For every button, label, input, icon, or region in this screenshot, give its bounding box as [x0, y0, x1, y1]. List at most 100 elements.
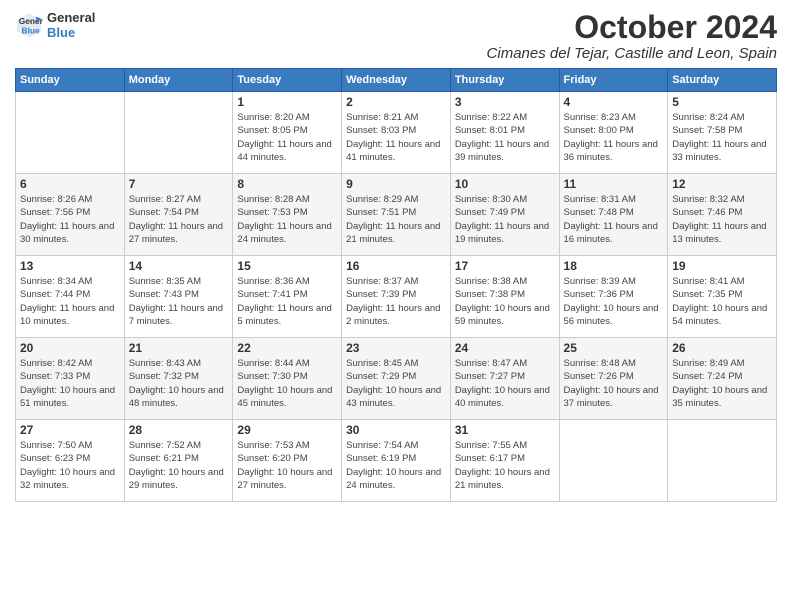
- cell-2-2: 15 Sunrise: 8:36 AMSunset: 7:41 PMDaylig…: [233, 256, 342, 338]
- cell-4-5: [559, 420, 668, 502]
- day-info: Sunrise: 7:52 AMSunset: 6:21 PMDaylight:…: [129, 439, 229, 492]
- day-number: 26: [672, 341, 772, 355]
- day-number: 13: [20, 259, 120, 273]
- calendar-header-row: Sunday Monday Tuesday Wednesday Thursday…: [16, 69, 777, 92]
- cell-1-5: 11 Sunrise: 8:31 AMSunset: 7:48 PMDaylig…: [559, 174, 668, 256]
- day-info: Sunrise: 7:55 AMSunset: 6:17 PMDaylight:…: [455, 439, 555, 492]
- day-number: 21: [129, 341, 229, 355]
- day-info: Sunrise: 8:44 AMSunset: 7:30 PMDaylight:…: [237, 357, 337, 410]
- day-info: Sunrise: 8:36 AMSunset: 7:41 PMDaylight:…: [237, 275, 337, 328]
- day-number: 14: [129, 259, 229, 273]
- col-sunday: Sunday: [16, 69, 125, 92]
- svg-text:Blue: Blue: [22, 25, 40, 35]
- day-number: 22: [237, 341, 337, 355]
- day-number: 29: [237, 423, 337, 437]
- cell-3-4: 24 Sunrise: 8:47 AMSunset: 7:27 PMDaylig…: [450, 338, 559, 420]
- day-number: 2: [346, 95, 446, 109]
- week-row-4: 20 Sunrise: 8:42 AMSunset: 7:33 PMDaylig…: [16, 338, 777, 420]
- col-monday: Monday: [124, 69, 233, 92]
- day-number: 31: [455, 423, 555, 437]
- cell-2-3: 16 Sunrise: 8:37 AMSunset: 7:39 PMDaylig…: [342, 256, 451, 338]
- day-info: Sunrise: 8:26 AMSunset: 7:56 PMDaylight:…: [20, 193, 120, 246]
- cell-3-6: 26 Sunrise: 8:49 AMSunset: 7:24 PMDaylig…: [668, 338, 777, 420]
- day-number: 9: [346, 177, 446, 191]
- col-thursday: Thursday: [450, 69, 559, 92]
- day-number: 27: [20, 423, 120, 437]
- day-number: 16: [346, 259, 446, 273]
- main-title: October 2024: [487, 10, 777, 45]
- calendar-table: Sunday Monday Tuesday Wednesday Thursday…: [15, 68, 777, 502]
- day-number: 6: [20, 177, 120, 191]
- week-row-2: 6 Sunrise: 8:26 AMSunset: 7:56 PMDayligh…: [16, 174, 777, 256]
- day-number: 23: [346, 341, 446, 355]
- subtitle: Cimanes del Tejar, Castille and Leon, Sp…: [487, 45, 777, 62]
- week-row-3: 13 Sunrise: 8:34 AMSunset: 7:44 PMDaylig…: [16, 256, 777, 338]
- cell-3-5: 25 Sunrise: 8:48 AMSunset: 7:26 PMDaylig…: [559, 338, 668, 420]
- cell-3-0: 20 Sunrise: 8:42 AMSunset: 7:33 PMDaylig…: [16, 338, 125, 420]
- day-info: Sunrise: 8:45 AMSunset: 7:29 PMDaylight:…: [346, 357, 446, 410]
- day-info: Sunrise: 8:38 AMSunset: 7:38 PMDaylight:…: [455, 275, 555, 328]
- day-info: Sunrise: 7:54 AMSunset: 6:19 PMDaylight:…: [346, 439, 446, 492]
- week-row-5: 27 Sunrise: 7:50 AMSunset: 6:23 PMDaylig…: [16, 420, 777, 502]
- day-info: Sunrise: 8:24 AMSunset: 7:58 PMDaylight:…: [672, 111, 772, 164]
- cell-0-3: 2 Sunrise: 8:21 AMSunset: 8:03 PMDayligh…: [342, 92, 451, 174]
- day-number: 17: [455, 259, 555, 273]
- cell-0-4: 3 Sunrise: 8:22 AMSunset: 8:01 PMDayligh…: [450, 92, 559, 174]
- day-info: Sunrise: 8:30 AMSunset: 7:49 PMDaylight:…: [455, 193, 555, 246]
- day-info: Sunrise: 8:47 AMSunset: 7:27 PMDaylight:…: [455, 357, 555, 410]
- cell-3-3: 23 Sunrise: 8:45 AMSunset: 7:29 PMDaylig…: [342, 338, 451, 420]
- cell-4-6: [668, 420, 777, 502]
- day-info: Sunrise: 8:49 AMSunset: 7:24 PMDaylight:…: [672, 357, 772, 410]
- day-info: Sunrise: 8:29 AMSunset: 7:51 PMDaylight:…: [346, 193, 446, 246]
- cell-4-3: 30 Sunrise: 7:54 AMSunset: 6:19 PMDaylig…: [342, 420, 451, 502]
- cell-4-4: 31 Sunrise: 7:55 AMSunset: 6:17 PMDaylig…: [450, 420, 559, 502]
- day-info: Sunrise: 8:23 AMSunset: 8:00 PMDaylight:…: [564, 111, 664, 164]
- day-info: Sunrise: 8:43 AMSunset: 7:32 PMDaylight:…: [129, 357, 229, 410]
- cell-2-1: 14 Sunrise: 8:35 AMSunset: 7:43 PMDaylig…: [124, 256, 233, 338]
- cell-0-1: [124, 92, 233, 174]
- day-info: Sunrise: 8:48 AMSunset: 7:26 PMDaylight:…: [564, 357, 664, 410]
- day-number: 24: [455, 341, 555, 355]
- day-info: Sunrise: 8:35 AMSunset: 7:43 PMDaylight:…: [129, 275, 229, 328]
- day-info: Sunrise: 8:32 AMSunset: 7:46 PMDaylight:…: [672, 193, 772, 246]
- cell-0-5: 4 Sunrise: 8:23 AMSunset: 8:00 PMDayligh…: [559, 92, 668, 174]
- day-number: 18: [564, 259, 664, 273]
- day-number: 25: [564, 341, 664, 355]
- cell-1-3: 9 Sunrise: 8:29 AMSunset: 7:51 PMDayligh…: [342, 174, 451, 256]
- day-info: Sunrise: 8:42 AMSunset: 7:33 PMDaylight:…: [20, 357, 120, 410]
- cell-0-2: 1 Sunrise: 8:20 AMSunset: 8:05 PMDayligh…: [233, 92, 342, 174]
- day-number: 4: [564, 95, 664, 109]
- cell-2-6: 19 Sunrise: 8:41 AMSunset: 7:35 PMDaylig…: [668, 256, 777, 338]
- cell-1-0: 6 Sunrise: 8:26 AMSunset: 7:56 PMDayligh…: [16, 174, 125, 256]
- day-number: 30: [346, 423, 446, 437]
- col-friday: Friday: [559, 69, 668, 92]
- day-info: Sunrise: 8:41 AMSunset: 7:35 PMDaylight:…: [672, 275, 772, 328]
- day-info: Sunrise: 8:20 AMSunset: 8:05 PMDaylight:…: [237, 111, 337, 164]
- cell-2-4: 17 Sunrise: 8:38 AMSunset: 7:38 PMDaylig…: [450, 256, 559, 338]
- day-number: 28: [129, 423, 229, 437]
- day-info: Sunrise: 8:28 AMSunset: 7:53 PMDaylight:…: [237, 193, 337, 246]
- cell-0-0: [16, 92, 125, 174]
- logo-text: General Blue: [47, 10, 95, 40]
- week-row-1: 1 Sunrise: 8:20 AMSunset: 8:05 PMDayligh…: [16, 92, 777, 174]
- day-number: 3: [455, 95, 555, 109]
- col-saturday: Saturday: [668, 69, 777, 92]
- day-info: Sunrise: 8:37 AMSunset: 7:39 PMDaylight:…: [346, 275, 446, 328]
- cell-0-6: 5 Sunrise: 8:24 AMSunset: 7:58 PMDayligh…: [668, 92, 777, 174]
- cell-1-4: 10 Sunrise: 8:30 AMSunset: 7:49 PMDaylig…: [450, 174, 559, 256]
- cell-1-2: 8 Sunrise: 8:28 AMSunset: 7:53 PMDayligh…: [233, 174, 342, 256]
- cell-1-6: 12 Sunrise: 8:32 AMSunset: 7:46 PMDaylig…: [668, 174, 777, 256]
- day-info: Sunrise: 8:31 AMSunset: 7:48 PMDaylight:…: [564, 193, 664, 246]
- cell-1-1: 7 Sunrise: 8:27 AMSunset: 7:54 PMDayligh…: [124, 174, 233, 256]
- day-number: 20: [20, 341, 120, 355]
- cell-4-1: 28 Sunrise: 7:52 AMSunset: 6:21 PMDaylig…: [124, 420, 233, 502]
- header: General Blue General Blue October 2024 C…: [15, 10, 777, 62]
- logo-icon: General Blue: [15, 11, 43, 39]
- cell-4-0: 27 Sunrise: 7:50 AMSunset: 6:23 PMDaylig…: [16, 420, 125, 502]
- day-info: Sunrise: 8:34 AMSunset: 7:44 PMDaylight:…: [20, 275, 120, 328]
- day-number: 15: [237, 259, 337, 273]
- day-info: Sunrise: 8:39 AMSunset: 7:36 PMDaylight:…: [564, 275, 664, 328]
- day-info: Sunrise: 8:22 AMSunset: 8:01 PMDaylight:…: [455, 111, 555, 164]
- day-number: 11: [564, 177, 664, 191]
- page: General Blue General Blue October 2024 C…: [0, 0, 792, 612]
